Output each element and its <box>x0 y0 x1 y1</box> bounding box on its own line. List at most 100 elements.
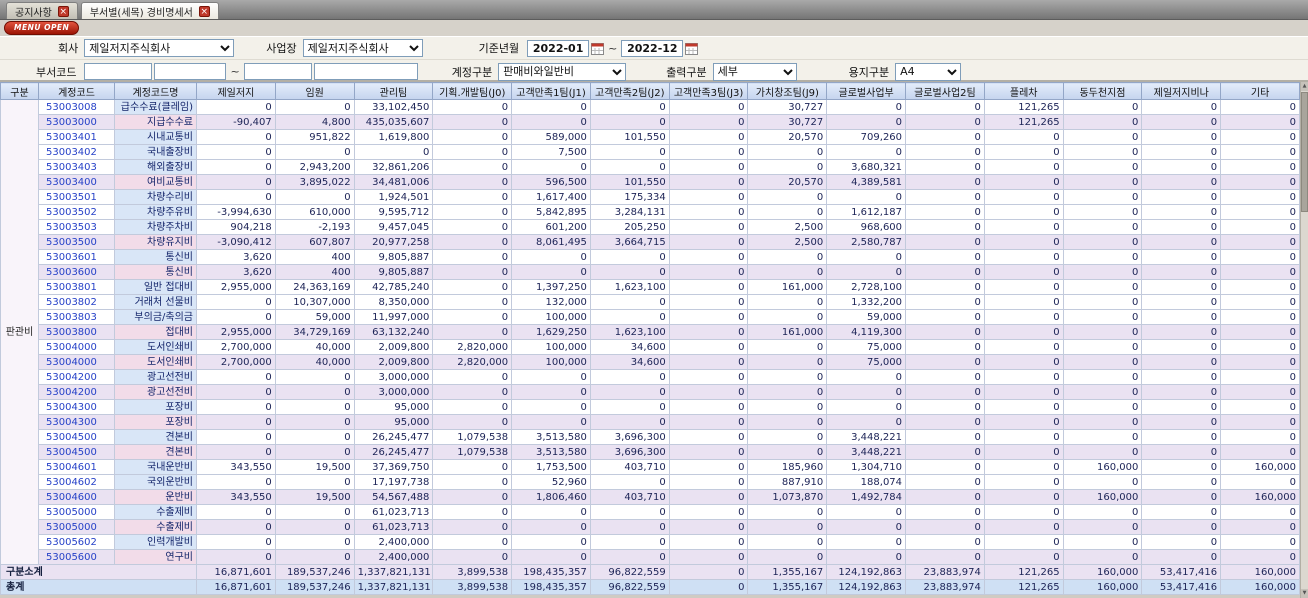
table-row[interactable]: 53003400 여비교통비 0 3,895,022 34,481,006 0 596,50… <box>1 174 1300 190</box>
table-row[interactable]: 53004500 견본비 0 0 26,245,477 1,079,538 3,513,58… <box>1 444 1300 460</box>
value-cell-9: 0 <box>905 99 985 115</box>
close-icon[interactable]: × <box>198 5 210 17</box>
value-cell-12: 0 <box>1141 219 1222 235</box>
value-cell-0: 2,955,000 <box>196 324 276 340</box>
value-cell-11: 160,000 <box>1062 459 1143 475</box>
value-cell-12: 0 <box>1141 249 1222 265</box>
value-cell-6: 0 <box>668 369 749 385</box>
value-cell-10: 0 <box>983 144 1064 160</box>
dept-to-name-input[interactable] <box>313 63 418 80</box>
value-cell-8: 0 <box>826 144 907 160</box>
table-row[interactable]: 53004602 국외운반비 0 0 17,197,738 0 52,960 0 0 887,91… <box>1 474 1300 490</box>
value-cell-11: 0 <box>1062 519 1143 535</box>
value-cell-2: 63,132,240 <box>353 324 434 340</box>
tab-notice[interactable]: 공지사항 × <box>6 2 78 19</box>
value-cell-1: 607,807 <box>274 234 355 250</box>
value-cell-2: 33,102,450 <box>353 99 434 115</box>
scroll-up-icon[interactable]: ▲ <box>1301 82 1308 91</box>
value-cell-11: 0 <box>1062 294 1143 310</box>
site-select[interactable]: 제일저지주식회사 <box>302 39 423 57</box>
table-row[interactable]: 53004200 광고선전비 0 0 3,000,000 0 0 0 0 0 0 0 0 0 0 0 <box>1 384 1300 400</box>
table-row[interactable]: 53003802 거래처 선물비 0 10,307,000 8,350,000 0 132,… <box>1 294 1300 310</box>
account-code-cell: 53004600 <box>38 489 115 505</box>
value-cell-4: 0 <box>511 549 591 565</box>
dept-to-code-input[interactable] <box>243 63 312 80</box>
table-row[interactable]: 판관비 53003008 급수수료(클레임) 0 0 33,102,450 0 0 0 0 30,7… <box>0 99 1300 565</box>
table-row[interactable]: 53005000 수출제비 0 0 61,023,713 0 0 0 0 0 0 0 0 0 0 0 <box>1 519 1300 535</box>
table-row[interactable]: 53003801 일반 접대비 2,955,000 24,363,169 42,785,… <box>1 279 1300 295</box>
table-row[interactable]: 53004600 운반비 343,550 19,500 54,567,488 0 1,806… <box>1 489 1300 505</box>
value-cell-1: 59,000 <box>274 309 355 325</box>
table-row[interactable]: 53003503 차량주차비 904,218 -2,193 9,457,045 0 601,… <box>1 219 1300 235</box>
value-cell-11: 0 <box>1062 129 1143 145</box>
period-tilde: ~ <box>608 41 618 55</box>
dept-from-code-input[interactable] <box>84 63 153 80</box>
account-code-cell: 53005600 <box>38 549 115 565</box>
table-row[interactable]: 53005000 수출제비 0 0 61,023,713 0 0 0 0 0 0 0 0 0 0 0 <box>1 504 1300 520</box>
value-cell-10: 0 <box>983 399 1064 415</box>
value-cell-8: 0 <box>826 549 907 565</box>
table-row[interactable]: 53004500 견본비 0 0 26,245,477 1,079,538 3,513,58… <box>1 429 1300 445</box>
value-cell-5: 0 <box>589 264 670 280</box>
value-cell-6: 0 <box>668 249 749 265</box>
output-type-select[interactable]: 세부 <box>712 62 797 81</box>
scrollbar-thumb[interactable] <box>1301 92 1308 212</box>
table-row[interactable]: 53003600 통신비 3,620 400 9,805,887 0 0 0 0 0 0 0 0 0 0 0 <box>1 264 1300 280</box>
period-label: 기준년월 <box>478 42 520 55</box>
table-row[interactable]: 53004601 국내운반비 343,550 19,500 37,369,750 0 1,7… <box>1 459 1300 475</box>
table-row[interactable]: 53003800 접대비 2,955,000 34,729,169 63,132,240… <box>1 324 1300 340</box>
table-row[interactable]: 53003402 국내출장비 0 0 0 0 7,500 0 0 0 0 0 0 0 0 0 <box>1 144 1300 160</box>
value-cell-4: 0 <box>511 534 591 550</box>
table-row[interactable]: 53003501 차량수리비 0 0 1,924,501 0 1,617,400 175,33… <box>1 189 1300 205</box>
value-cell-13: 0 <box>1220 549 1300 565</box>
table-row[interactable]: 53004000 도서인쇄비 2,700,000 40,000 2,009,800 2,8… <box>1 354 1300 370</box>
value-cell-9: 0 <box>905 339 985 355</box>
period-from-input[interactable] <box>527 39 590 57</box>
value-cell-10: 0 <box>983 369 1064 385</box>
table-row[interactable]: 53005600 연구비 0 0 2,400,000 0 0 0 0 0 0 0 0 0 0 0 <box>1 549 1300 565</box>
value-cell-10: 0 <box>983 384 1064 400</box>
account-name-cell: 접대비 <box>114 324 197 340</box>
table-row[interactable]: 53003601 통신비 3,620 400 9,805,887 0 0 0 0 0 0 0 0 0 0 0 <box>1 249 1300 265</box>
table-row[interactable]: 53004200 광고선전비 0 0 3,000,000 0 0 0 0 0 0 0 0 0 0 0 <box>1 369 1300 385</box>
table-row[interactable]: 53003000 지급수수료 -90,407 4,800 435,035,607 0 0 0 0… <box>1 114 1300 130</box>
calendar-icon[interactable] <box>591 42 605 55</box>
value-cell-2: 17,197,738 <box>353 474 434 490</box>
value-cell-9: 0 <box>905 519 985 535</box>
table-row[interactable]: 53004300 포장비 0 0 95,000 0 0 0 0 0 0 0 0 0 0 0 <box>1 399 1300 415</box>
table-row[interactable]: 53004300 포장비 0 0 95,000 0 0 0 0 0 0 0 0 0 0 0 <box>1 414 1300 430</box>
value-cell-6: 0 <box>668 99 749 115</box>
value-cell-10: 0 <box>983 129 1064 145</box>
period-to-input[interactable] <box>621 39 684 57</box>
vertical-scrollbar[interactable]: ▲ ▼ <box>1300 82 1308 598</box>
value-cell-4: 589,000 <box>511 129 591 145</box>
value-cell-4: 1,617,400 <box>511 189 591 205</box>
value-cell-2: 1,619,800 <box>353 129 434 145</box>
value-cell-6: 0 <box>668 444 749 460</box>
table-row[interactable]: 53003502 차량주유비 -3,994,630 610,000 9,595,712 0… <box>1 204 1300 220</box>
value-cell-1: 0 <box>274 519 355 535</box>
value-cell-5: 0 <box>589 99 670 115</box>
company-select[interactable]: 제일저지주식회사 <box>84 39 235 57</box>
scroll-down-icon[interactable]: ▼ <box>1301 589 1308 598</box>
paper-type-select[interactable]: A4 <box>895 62 962 81</box>
table-row[interactable]: 53003403 해외출장비 0 2,943,200 32,861,206 0 0 0 0 0 3,… <box>1 159 1300 175</box>
dept-from-name-input[interactable] <box>154 63 227 80</box>
value-cell-11: 0 <box>1062 219 1143 235</box>
table-row[interactable]: 53003500 차량유지비 -3,090,412 607,807 20,977,258… <box>1 234 1300 250</box>
tab-expense-report[interactable]: 부서별(세목) 경비명세서 × <box>80 2 219 19</box>
account-type-select[interactable]: 판매비와일반비 <box>498 62 627 81</box>
close-icon[interactable]: × <box>57 5 69 17</box>
table-row[interactable]: 53003803 부의금/축의금 0 59,000 11,997,000 0 100,000… <box>1 309 1300 325</box>
account-name-cell: 통신비 <box>114 249 197 265</box>
calendar-icon[interactable] <box>685 42 699 55</box>
value-cell-7: 1,073,870 <box>747 489 828 505</box>
value-cell-2: 2,400,000 <box>353 549 434 565</box>
table-row[interactable]: 53004000 도서인쇄비 2,700,000 40,000 2,009,800 2,8… <box>1 339 1300 355</box>
value-cell-6: 0 <box>668 489 749 505</box>
table-row[interactable]: 53003401 시내교통비 0 951,822 1,619,800 0 589,000 10… <box>1 129 1300 145</box>
table-row[interactable]: 53005602 인력개발비 0 0 2,400,000 0 0 0 0 0 0 0 0 0 0 0 <box>1 534 1300 550</box>
menu-open-button[interactable]: MENU OPEN <box>4 21 80 35</box>
value-cell-2: 3,000,000 <box>353 369 434 385</box>
footer-value-cell-8: 124,192,863 <box>826 564 907 580</box>
